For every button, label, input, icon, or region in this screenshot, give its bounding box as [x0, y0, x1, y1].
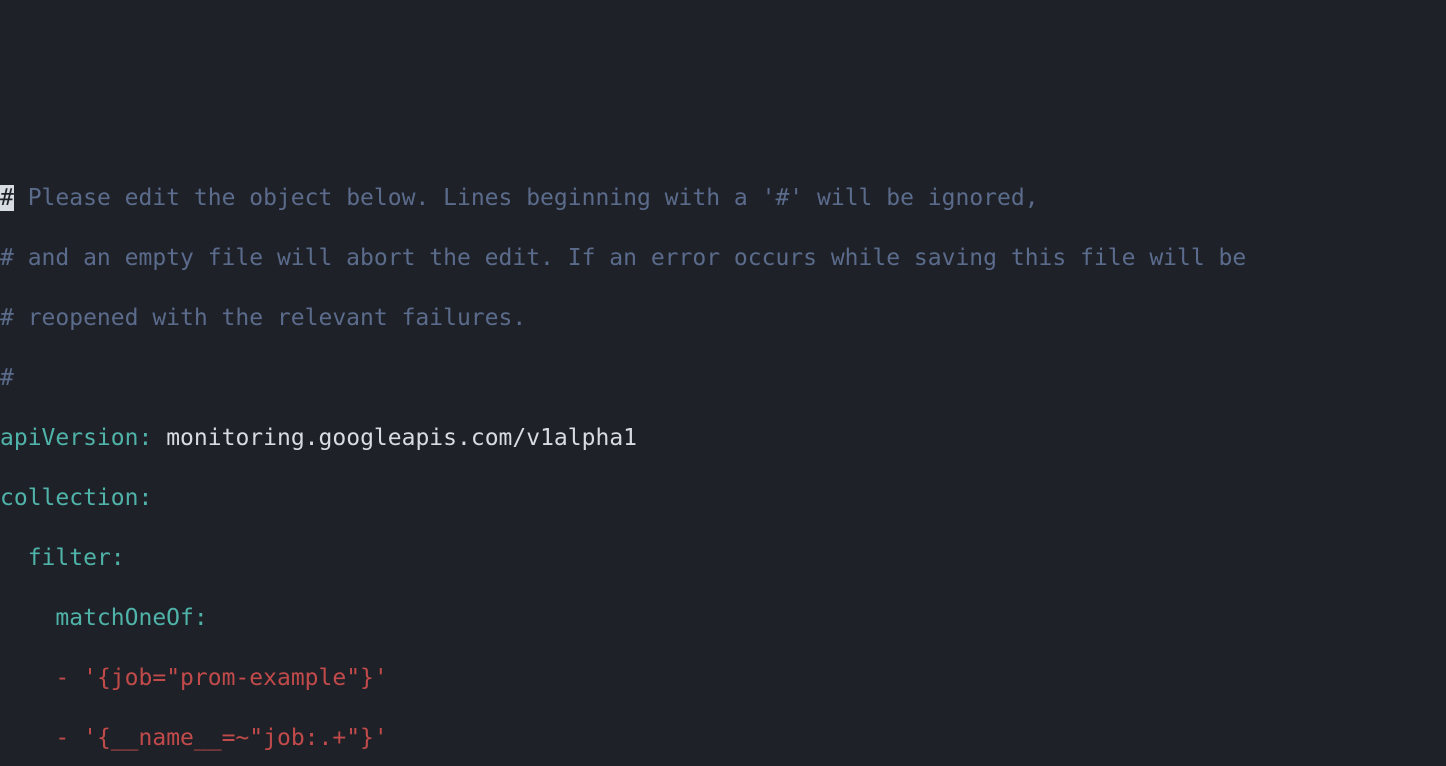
yaml-string: '{__name__=~"job:.+"}'	[83, 725, 388, 751]
yaml-value: monitoring.googleapis.com/v1alpha1	[166, 425, 637, 451]
comment-text: Please edit the object below. Lines begi…	[14, 185, 1039, 211]
list-dash: -	[55, 665, 69, 691]
code-line: - '{__name__=~"job:.+"}'	[0, 723, 1446, 753]
editor-viewport[interactable]: # Please edit the object below. Lines be…	[0, 150, 1446, 766]
code-line: collection:	[0, 483, 1446, 513]
code-line: matchOneOf:	[0, 603, 1446, 633]
comment-text: # reopened with the relevant failures.	[0, 305, 526, 331]
code-line: # reopened with the relevant failures.	[0, 303, 1446, 333]
yaml-string: '{job="prom-example"}'	[83, 665, 388, 691]
code-line: #	[0, 363, 1446, 393]
code-line: # Please edit the object below. Lines be…	[0, 183, 1446, 213]
yaml-key: matchOneOf	[55, 605, 193, 631]
code-line: filter:	[0, 543, 1446, 573]
code-line: # and an empty file will abort the edit.…	[0, 243, 1446, 273]
yaml-key: filter	[28, 545, 111, 571]
yaml-key: apiVersion	[0, 425, 138, 451]
cursor: #	[0, 185, 14, 211]
yaml-key: collection	[0, 485, 138, 511]
comment-text: #	[0, 365, 14, 391]
code-line: - '{job="prom-example"}'	[0, 663, 1446, 693]
list-dash: -	[55, 725, 69, 751]
comment-text: # and an empty file will abort the edit.…	[0, 245, 1246, 271]
code-line: apiVersion: monitoring.googleapis.com/v1…	[0, 423, 1446, 453]
